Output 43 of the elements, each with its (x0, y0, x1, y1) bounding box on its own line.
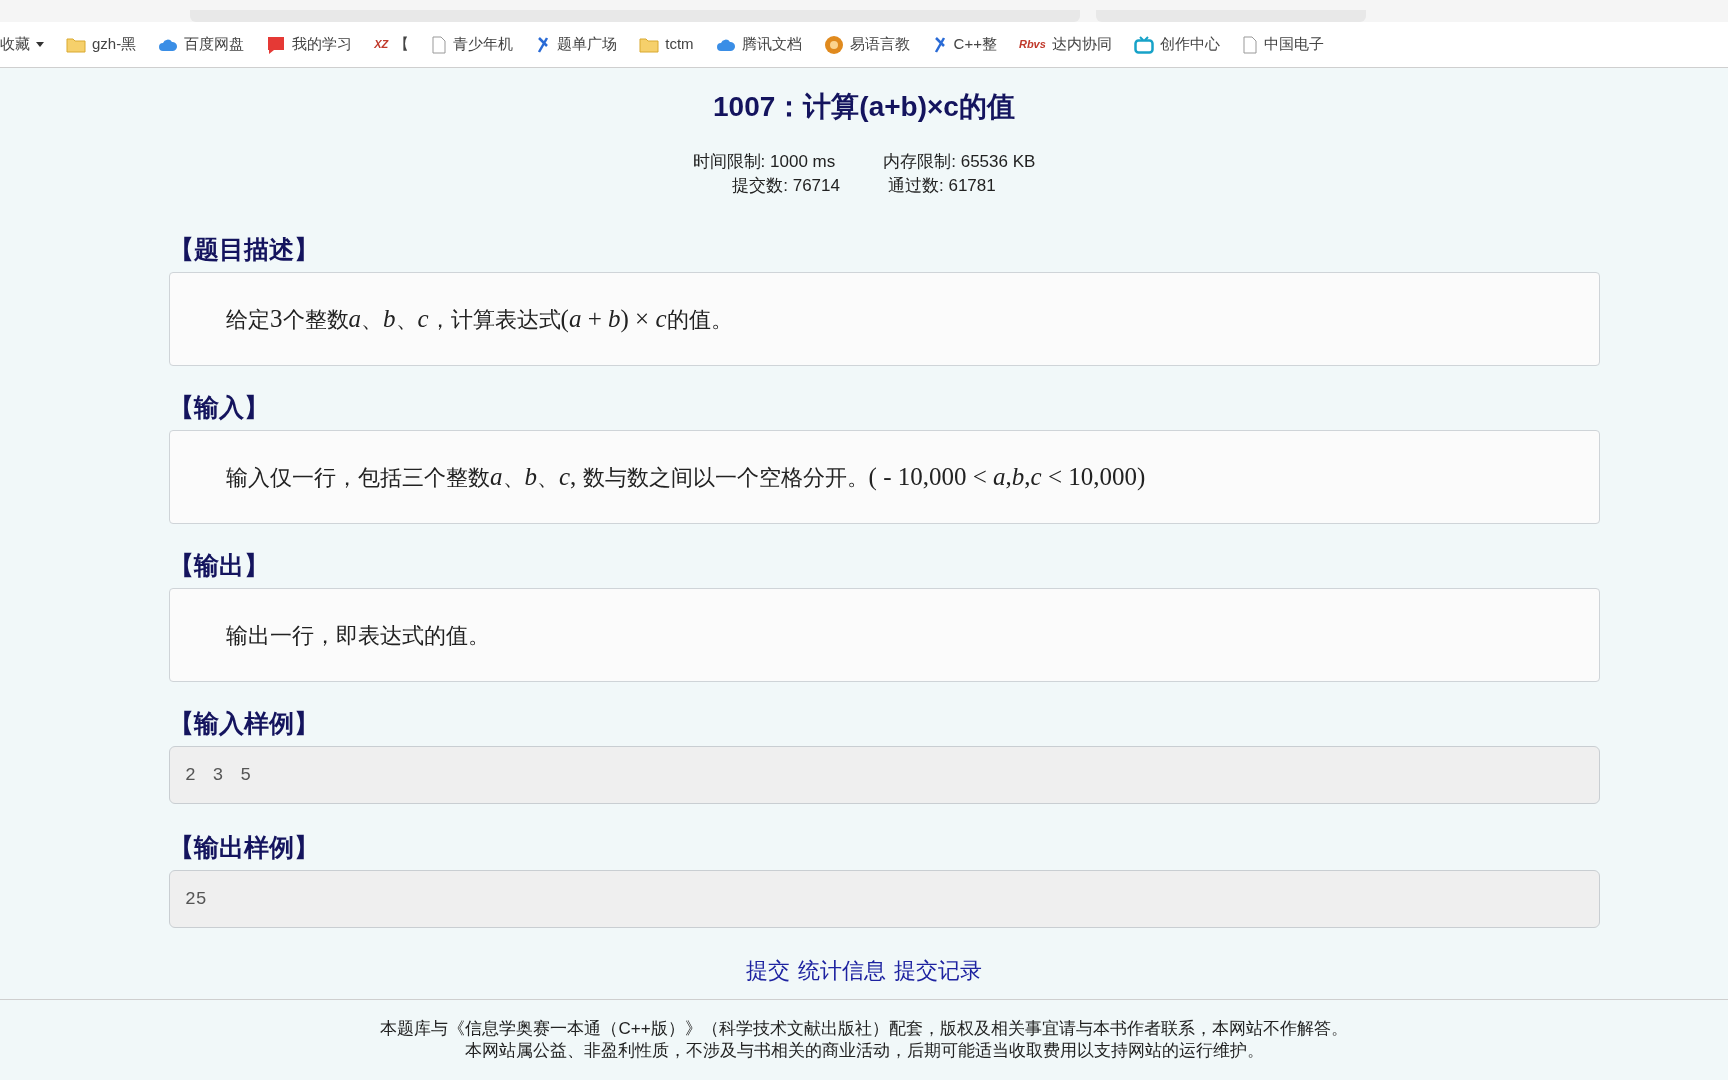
bookmark-link[interactable]: tctm (665, 33, 694, 56)
problem-link[interactable]: 提交记录 (894, 954, 982, 987)
footer-text: 本题库与《信息学奥赛一本通（C++版）》（科学技术文献出版社）配套，版权及相关事宜请与本书作者联系，本网站不作解答。 (380, 1018, 1348, 1040)
problem-link[interactable]: 提交 (746, 954, 790, 987)
problem-stat: 提交数: 76714 (732, 175, 840, 197)
bookmark-link[interactable]: 百度网盘 (184, 33, 245, 56)
document-icon (1241, 35, 1258, 54)
logo-icon: Rbvs (1018, 39, 1046, 50)
bookmark-link[interactable]: 腾讯文档 (741, 33, 802, 56)
document-icon (431, 35, 448, 54)
bookmark-link[interactable]: C++整 (953, 33, 997, 56)
bookmark-link[interactable]: 我的学习 (292, 33, 353, 56)
folder-icon (639, 36, 660, 53)
sample-text: 2 3 5 (185, 763, 251, 787)
bookmark-link[interactable]: 中国电子 (1263, 33, 1324, 56)
logo-icon: XZ (374, 39, 389, 50)
bookmark-link[interactable]: 易语言教 (849, 33, 910, 56)
bookmark-link[interactable]: 【 (394, 33, 410, 56)
section-heading: 【输出】 (169, 550, 270, 582)
bookmark-link[interactable]: 题单广场 (557, 33, 618, 56)
sample-text: 25 (185, 887, 207, 911)
section-heading: 【输入样例】 (169, 708, 320, 740)
bookmark-link[interactable]: 创作中心 (1159, 33, 1220, 56)
section-heading: 【输出样例】 (169, 832, 320, 864)
flower-icon (823, 34, 844, 55)
bookmark-link[interactable]: 达内协同 (1051, 33, 1112, 56)
bookmark-link[interactable]: 收藏 (0, 33, 30, 56)
tv-icon (1133, 35, 1154, 54)
section-text: 输入仅一行，包括三个整数a、b、c, 数与数之间以一个空格分开。( - 10,000 < a,b,c < 10,000) (226, 462, 1146, 493)
problem-stat: 通过数: 61781 (888, 175, 996, 197)
caret-icon[interactable] (36, 41, 44, 48)
section-heading: 【题目描述】 (169, 234, 320, 266)
folder-icon (66, 36, 86, 53)
section-text: 给定3个整数a、b、c，计算表达式(a + b) × c的值。 (226, 304, 733, 335)
problem-stat: 时间限制: 1000 ms (692, 151, 836, 173)
footer-text: 本网站属公益、非盈利性质，不涉及与书相关的商业活动，后期可能适当收取费用以支持网站的运行维护。 (464, 1040, 1264, 1062)
bookmark-link[interactable]: 青少年机 (453, 33, 514, 56)
problem-stat: 内存限制: 65536 KB (883, 151, 1036, 173)
problem-title: 1007：计算(a+b)×c的值 (713, 90, 1015, 124)
problem-link[interactable]: 统计信息 (798, 954, 886, 987)
bookmark-link[interactable]: gzh-黑 (92, 33, 137, 56)
section-text: 输出一行，即表达式的值。 (226, 621, 490, 650)
section-heading: 【输入】 (169, 392, 270, 424)
